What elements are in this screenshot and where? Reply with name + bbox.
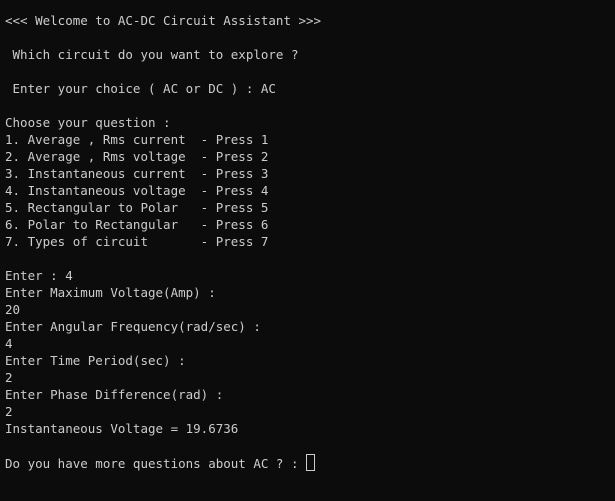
menu-option-7: 7. Types of circuit - Press 7: [5, 234, 269, 249]
time-period-value: 2: [5, 370, 13, 385]
continue-prompt: Do you have more questions about AC ? :: [5, 456, 307, 471]
circuit-prompt: Which circuit do you want to explore ?: [5, 47, 299, 62]
phase-difference-value: 2: [5, 404, 13, 419]
menu-option-2: 2. Average , Rms voltage - Press 2: [5, 149, 269, 164]
menu-option-6: 6. Polar to Rectangular - Press 6: [5, 217, 269, 232]
continue-prompt-line[interactable]: Do you have more questions about AC ? :: [5, 454, 615, 471]
menu-choice-entry: Enter : 4: [5, 268, 73, 283]
time-period-prompt: Enter Time Period(sec) :: [5, 353, 186, 368]
max-voltage-prompt: Enter Maximum Voltage(Amp) :: [5, 285, 216, 300]
menu-option-5: 5. Rectangular to Polar - Press 5: [5, 200, 269, 215]
terminal-window[interactable]: <<< Welcome to AC-DC Circuit Assistant >…: [0, 0, 615, 501]
text-cursor[interactable]: [306, 454, 316, 471]
phase-difference-prompt: Enter Phase Difference(rad) :: [5, 387, 224, 402]
choice-entry: Enter your choice ( AC or DC ) : AC: [5, 81, 276, 96]
max-voltage-value: 20: [5, 302, 21, 317]
menu-option-4: 4. Instantaneous voltage - Press 4: [5, 183, 269, 198]
angular-frequency-value: 4: [5, 336, 13, 351]
welcome-banner: <<< Welcome to AC-DC Circuit Assistant >…: [5, 13, 322, 28]
angular-frequency-prompt: Enter Angular Frequency(rad/sec) :: [5, 319, 261, 334]
result-output: Instantaneous Voltage = 19.6736: [5, 421, 239, 436]
menu-option-1: 1. Average , Rms current - Press 1: [5, 132, 269, 147]
menu-option-3: 3. Instantaneous current - Press 3: [5, 166, 269, 181]
question-menu-heading: Choose your question :: [5, 115, 171, 130]
